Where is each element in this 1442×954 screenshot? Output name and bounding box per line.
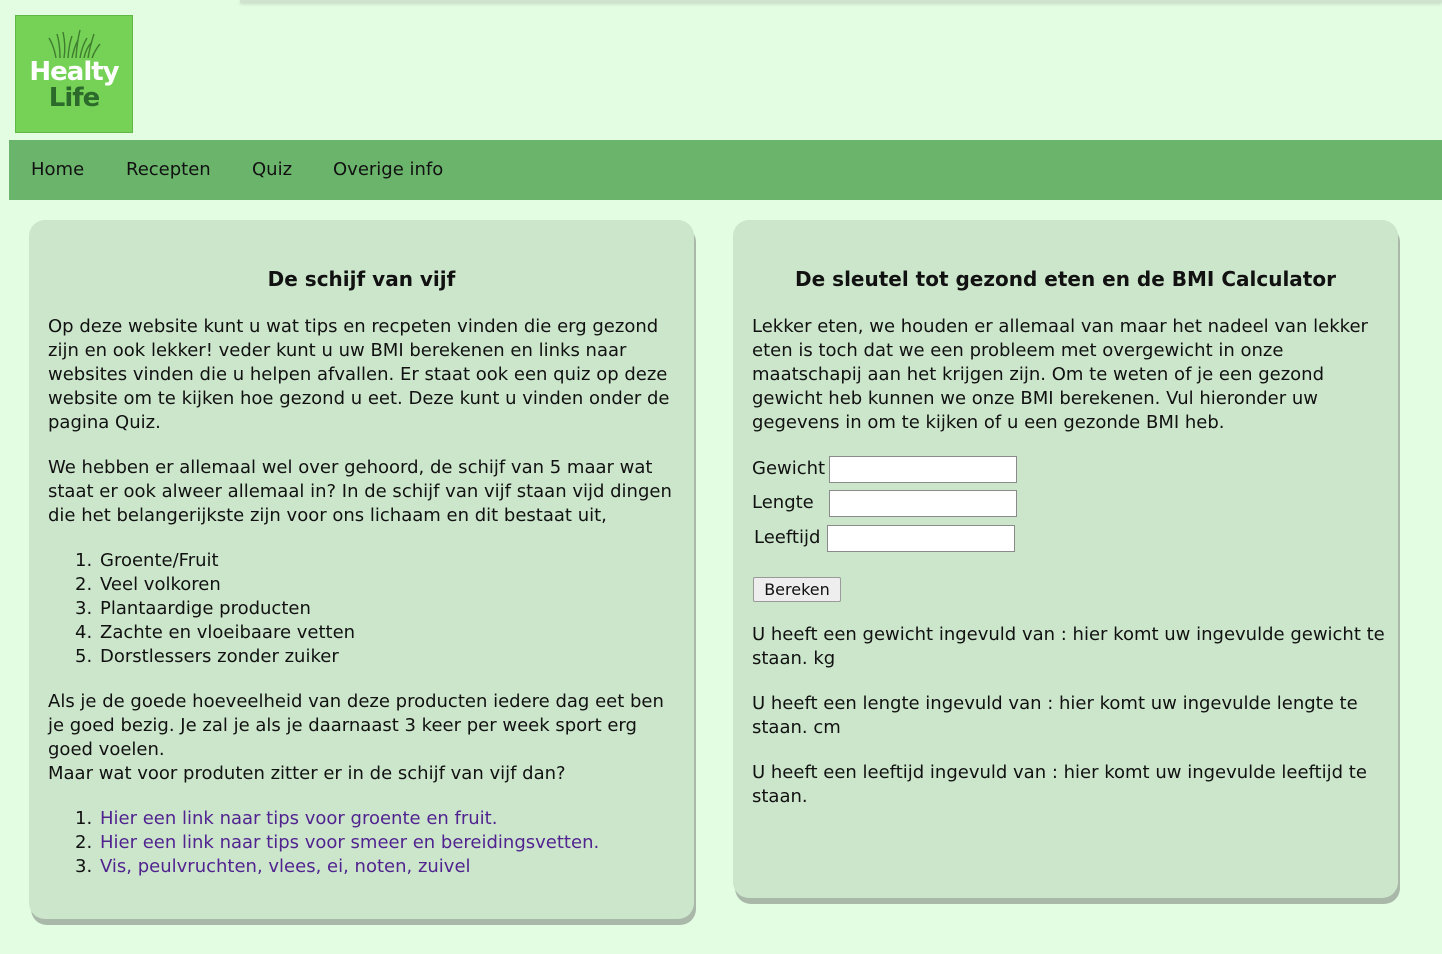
schijf-paragraph: We hebben er allemaal wel over gehoord, … <box>48 457 672 526</box>
intro-paragraph: Op deze website kunt u wat tips en recpe… <box>48 316 670 433</box>
nav-recepten[interactable]: Recepten <box>126 158 211 182</box>
gewicht-label: Gewicht <box>752 458 826 479</box>
main-nav: Home Recepten Quiz Overige info <box>9 140 1442 200</box>
question-paragraph: Maar wat voor produten zitter er in de s… <box>48 763 566 784</box>
leeftijd-label: Leeftijd <box>754 527 821 548</box>
lengte-result: U heeft een lengte ingevuld van : hier k… <box>752 693 1358 738</box>
logo-text-line1: Healty <box>29 57 119 87</box>
list-item: 4. Zachte en vloeibaare vetten <box>75 622 356 643</box>
site-logo[interactable]: Healty Life <box>15 15 133 133</box>
gewicht-result: U heeft een gewicht ingevuld van : hier … <box>752 624 1385 669</box>
hoeveelheid-paragraph: Als je de goede hoeveelheid van deze pro… <box>48 691 664 760</box>
logo-text-line2: Life <box>48 83 100 113</box>
nav-overige-info[interactable]: Overige info <box>333 158 443 182</box>
lengte-label: Lengte <box>752 492 814 513</box>
card-title: De schijf van vijf <box>267 267 456 291</box>
link-vis-peulvruchten[interactable]: Vis, peulvruchten, vlees, ei, noten, zui… <box>100 856 471 877</box>
schijf-van-vijf-card: De schijf van vijf Op deze website kunt … <box>29 220 694 919</box>
bmi-calculator-card: De sleutel tot gezond eten en de BMI Cal… <box>733 220 1398 898</box>
list-item: 3. Plantaardige producten <box>75 598 311 619</box>
schijf-list: 1. Groente/Fruit 2. Veel volkoren 3. Planta… <box>75 549 355 669</box>
lengte-input[interactable] <box>829 490 1017 517</box>
list-item: 2. Hier een link naar tips voor smeer en … <box>75 832 600 853</box>
list-item: 1. Hier een link naar tips voor groente e… <box>75 808 498 829</box>
bereken-button[interactable]: Bereken <box>753 577 841 602</box>
list-item: 1. Groente/Fruit <box>75 550 219 571</box>
top-divider <box>240 0 1442 3</box>
list-item: 2. Veel volkoren <box>75 574 221 595</box>
leeftijd-input[interactable] <box>827 525 1015 552</box>
card-title: De sleutel tot gezond eten en de BMI Cal… <box>795 267 1336 291</box>
link-smeer-vetten[interactable]: Hier een link naar tips voor smeer en be… <box>100 832 599 853</box>
list-item: 5. Dorstlessers zonder zuiker <box>75 646 339 667</box>
link-groente-fruit[interactable]: Hier een link naar tips voor groente en … <box>100 808 497 829</box>
leeftijd-result: U heeft een leeftijd ingevuld van : hier… <box>752 762 1367 807</box>
nav-quiz[interactable]: Quiz <box>252 158 292 182</box>
gewicht-input[interactable] <box>829 456 1017 483</box>
nav-home[interactable]: Home <box>31 158 84 182</box>
bmi-intro-paragraph: Lekker eten, we houden er allemaal van m… <box>752 316 1368 433</box>
links-list: 1. Hier een link naar tips voor groente e… <box>75 807 599 879</box>
list-item: 3. Vis, peulvruchten, vlees, ei, noten, z… <box>75 856 471 877</box>
